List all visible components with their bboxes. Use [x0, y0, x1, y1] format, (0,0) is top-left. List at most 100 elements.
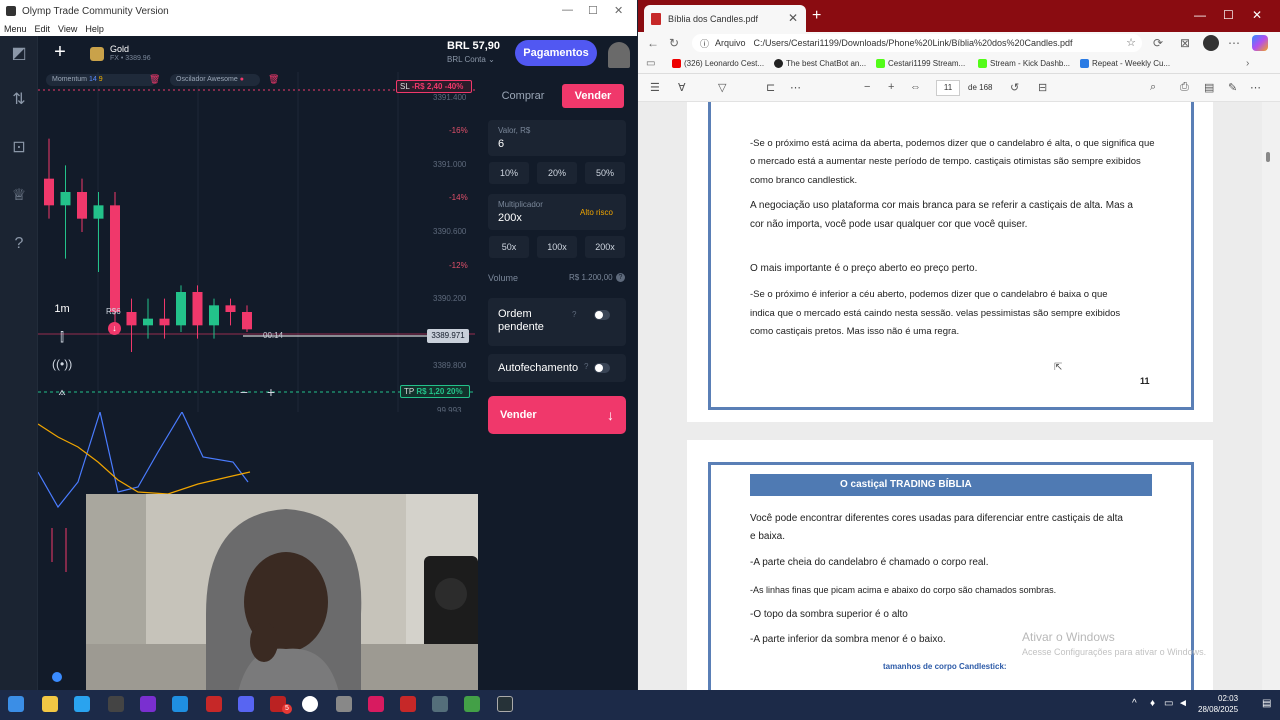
minimize-icon[interactable]: — — [1194, 8, 1206, 22]
edge-icon[interactable] — [172, 696, 188, 712]
maximize-icon[interactable]: ☐ — [1223, 8, 1234, 22]
page-view-icon[interactable]: ⊟ — [1038, 81, 1047, 94]
save-as-icon[interactable]: ✎ — [1228, 81, 1237, 94]
bookmark-item[interactable]: (326) Leonardo Cest... — [672, 59, 764, 68]
chevron-right-icon[interactable]: › — [1246, 58, 1249, 69]
start-icon[interactable] — [8, 696, 24, 712]
tab-pdf[interactable]: Bíblia dos Candles.pdf ✕ — [644, 5, 806, 32]
trophy-icon[interactable]: ♕ — [9, 186, 29, 206]
close-icon[interactable]: ✕ — [1252, 8, 1262, 22]
bookmark-item[interactable]: Repeat - Weekly Cu... — [1080, 59, 1170, 68]
tab-sell[interactable]: Vender — [562, 84, 624, 108]
screenshot-icon[interactable]: ⊠ — [1180, 36, 1190, 50]
new-tab-button[interactable]: + — [812, 7, 821, 25]
avatar[interactable] — [608, 42, 630, 68]
multiplier-value[interactable]: 200x — [498, 212, 522, 224]
price-chart[interactable] — [38, 72, 475, 412]
search-icon[interactable]: ⌕ — [1150, 81, 1156, 94]
pdf-app-icon[interactable] — [400, 696, 416, 712]
add-asset-button[interactable]: + — [52, 42, 68, 62]
preset-10[interactable]: 10% — [489, 162, 529, 184]
extensions-icon[interactable]: ⟳ — [1153, 36, 1163, 50]
bookmark-item[interactable]: Stream - Kick Dashb... — [978, 59, 1070, 68]
clock[interactable]: 02:03 28/08/2025 — [1198, 693, 1238, 715]
indicator-awesome[interactable]: Oscilador Awesome ● — [170, 74, 260, 86]
zoom-in-button[interactable]: + — [263, 384, 279, 400]
back-icon[interactable]: ← — [647, 36, 659, 50]
contents-icon[interactable]: ☰ — [650, 81, 660, 94]
bookmark-item[interactable]: The best ChatBot an... — [774, 59, 866, 68]
save-icon[interactable]: ▤ — [1204, 81, 1214, 94]
network-icon[interactable]: ▭ — [1164, 698, 1173, 709]
rotate-icon[interactable]: ↺ — [1010, 81, 1019, 94]
indicator-momentum[interactable]: Momentum 14 9 — [46, 74, 156, 86]
tab-buy[interactable]: Comprar — [488, 84, 558, 108]
scroll-handle[interactable] — [52, 672, 62, 682]
app-icon[interactable] — [206, 696, 222, 712]
preset-50[interactable]: 50% — [585, 162, 625, 184]
asset-name[interactable]: Gold — [110, 44, 129, 54]
value-field[interactable]: Valor, R$ 6 — [488, 120, 626, 156]
telegram-icon[interactable] — [74, 696, 90, 712]
pending-toggle[interactable] — [594, 310, 610, 320]
draw-icon[interactable]: ▽ — [718, 81, 726, 94]
microphone-icon[interactable]: ♦ — [1150, 698, 1155, 709]
favorite-star-icon[interactable]: ☆ — [1126, 36, 1136, 49]
autoclose-toggle[interactable] — [594, 363, 610, 373]
payments-button[interactable]: Pagamentos — [515, 40, 597, 66]
more-icon[interactable]: ⋯ — [1228, 36, 1240, 50]
minimize-icon[interactable]: — — [562, 4, 573, 16]
text-icon[interactable]: ⊏ — [766, 81, 775, 94]
help-icon[interactable]: ? — [9, 234, 29, 254]
app-icon[interactable] — [368, 696, 384, 712]
portfolio-icon[interactable]: ⊡ — [9, 138, 29, 158]
zoom-out-button[interactable]: − — [236, 384, 252, 400]
trades-icon[interactable]: ⇅ — [9, 90, 29, 110]
print-icon[interactable]: ⎙ — [1180, 81, 1189, 94]
menu-item[interactable]: Menu — [4, 24, 27, 34]
menu-item[interactable]: View — [58, 24, 77, 34]
info-icon[interactable]: ? — [616, 273, 625, 282]
take-profit-tag[interactable]: TP R$ 1,20 20% — [400, 385, 470, 398]
menu-item[interactable]: Edit — [35, 24, 51, 34]
mult-preset-200[interactable]: 200x — [585, 236, 625, 258]
pdf-scrollbar[interactable] — [1262, 102, 1280, 690]
close-icon[interactable]: ✕ — [614, 4, 623, 17]
balance[interactable]: BRL 57,90 — [447, 40, 500, 52]
file-explorer-icon[interactable] — [42, 696, 58, 712]
signals-icon[interactable]: ((•)) — [52, 357, 72, 373]
pdf-viewer[interactable]: -Se o próximo está acima da aberta, pode… — [638, 102, 1262, 690]
app-icon[interactable] — [432, 696, 448, 712]
stop-loss-tag[interactable]: SL -R$ 2,40 -40% — [396, 80, 472, 93]
multiplier-field[interactable]: Multiplicador 200x Alto risco — [488, 194, 626, 230]
trash-icon[interactable]: 🗑 — [268, 74, 279, 85]
mult-preset-50[interactable]: 50x — [489, 236, 529, 258]
app-icon[interactable] — [497, 696, 513, 712]
chart-icon[interactable]: ◩ — [9, 44, 29, 64]
value-input[interactable]: 6 — [498, 138, 504, 150]
menu-item[interactable]: Help — [85, 24, 104, 34]
app-icon[interactable] — [108, 696, 124, 712]
close-tab-icon[interactable]: ✕ — [788, 11, 798, 25]
app-icon[interactable] — [336, 696, 352, 712]
volume-icon[interactable]: ◄ — [1178, 698, 1188, 709]
mult-preset-100[interactable]: 100x — [537, 236, 577, 258]
address-bar[interactable]: ⓘ Arquivo C:/Users/Cestari1199/Downloads… — [692, 34, 1142, 52]
account-selector[interactable]: BRL Conta ⌄ — [447, 55, 495, 64]
scroll-thumb[interactable] — [1266, 152, 1270, 162]
copilot-icon[interactable] — [1252, 35, 1268, 51]
highlight-icon[interactable]: ∀ — [678, 81, 686, 94]
autoclose-row[interactable]: Autofechamento ? — [488, 354, 626, 382]
preset-20[interactable]: 20% — [537, 162, 577, 184]
refresh-icon[interactable]: ↻ — [669, 36, 679, 50]
timeframe-selector[interactable]: 1m — [48, 300, 76, 318]
sell-marker-icon[interactable]: ↓ — [108, 322, 121, 335]
more-tools-icon[interactable]: ⋯ — [790, 81, 801, 94]
maximize-icon[interactable]: ☐ — [588, 4, 598, 17]
trash-icon[interactable]: 🗑 — [149, 74, 160, 85]
zoom-in-icon[interactable]: + — [888, 81, 894, 93]
pdf-more-icon[interactable]: ⋯ — [1250, 81, 1261, 94]
discord-icon[interactable] — [238, 696, 254, 712]
pending-order-row[interactable]: Ordem pendente ? — [488, 298, 626, 346]
info-icon[interactable]: ? — [572, 310, 576, 319]
